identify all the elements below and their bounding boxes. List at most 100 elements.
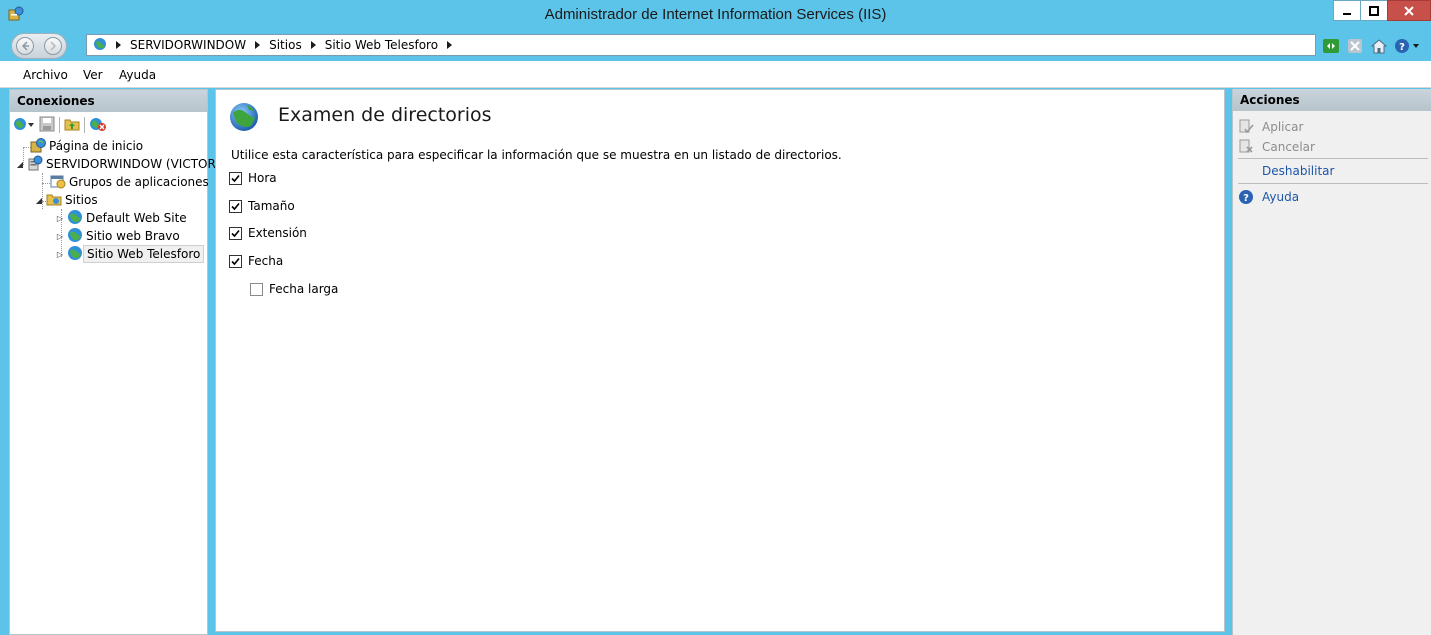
breadcrumb-site[interactable]: Sitio Web Telesforo: [325, 38, 438, 52]
address-breadcrumb[interactable]: SERVIDORWINDOW Sitios Sitio Web Telesfor…: [86, 34, 1316, 56]
title-bar: Administrador de Internet Information Se…: [0, 0, 1431, 31]
checkbox-label: Hora: [248, 171, 277, 185]
checkbox-fecha-larga[interactable]: [250, 282, 263, 296]
breadcrumb-arrow-icon[interactable]: [116, 41, 121, 49]
page-title: Examen de directorios: [278, 104, 492, 126]
home-page-icon: [30, 137, 46, 156]
save-icon[interactable]: [39, 116, 55, 135]
cancel-icon: [1238, 139, 1254, 155]
option-fecha-larga[interactable]: Fecha larga: [250, 282, 338, 296]
check-icon: [231, 257, 240, 265]
minimize-button[interactable]: [1333, 0, 1361, 21]
check-icon: [231, 202, 240, 210]
expand-arrow-icon[interactable]: ▷: [56, 214, 64, 223]
app-pools-icon: [50, 173, 66, 192]
expand-arrow-icon[interactable]: ▷: [56, 232, 64, 241]
tree-label-site: Default Web Site: [86, 211, 187, 225]
connect-icon[interactable]: [13, 116, 35, 135]
svg-text:?: ?: [1243, 193, 1249, 204]
breadcrumb-sites[interactable]: Sitios: [269, 38, 302, 52]
actions-header: Acciones: [1233, 89, 1431, 111]
menu-ayuda[interactable]: Ayuda: [119, 68, 156, 82]
home-icon[interactable]: [1370, 37, 1388, 55]
tree-label-home: Página de inicio: [49, 139, 144, 153]
tree-item-site[interactable]: ▷ Sitio web Bravo: [56, 227, 183, 245]
up-folder-icon[interactable]: [64, 116, 80, 135]
tree-item-server[interactable]: ◢ SERVIDORWINDOW (VICTORW: [16, 155, 230, 173]
breadcrumb-arrow-icon[interactable]: [255, 41, 261, 49]
close-button[interactable]: [1387, 0, 1431, 21]
maximize-button[interactable]: [1360, 0, 1388, 21]
tree-label-server: SERVIDORWINDOW (VICTORW: [46, 157, 228, 171]
connections-panel: Conexiones Página de inicio ◢ SERVIDORWI…: [9, 89, 227, 635]
option-extension[interactable]: Extensión: [229, 226, 307, 240]
directory-browsing-globe-icon: [228, 101, 260, 133]
checkbox-label: Fecha: [248, 254, 284, 268]
option-fecha[interactable]: Fecha: [229, 254, 283, 268]
forward-arrow-icon: [50, 41, 57, 51]
disconnect-icon[interactable]: [89, 116, 107, 135]
tree-item-home[interactable]: Página de inicio: [30, 137, 146, 155]
menu-ver[interactable]: Ver: [83, 68, 103, 82]
apply-icon: [1238, 119, 1254, 135]
apply-action[interactable]: Aplicar: [1238, 119, 1303, 135]
actions-panel: Acciones Aplicar Cancelar Deshabilitar ?…: [1232, 89, 1431, 635]
tree-item-site-selected[interactable]: ▷ Sitio Web Telesforo: [56, 245, 205, 264]
collapse-arrow-icon[interactable]: ◢: [16, 160, 24, 169]
checkbox-fecha[interactable]: [229, 254, 242, 268]
menu-bar: Archivo Ver Ayuda: [0, 61, 1431, 88]
navigation-buttons: [11, 33, 67, 59]
disable-label: Deshabilitar: [1262, 164, 1335, 178]
tree-item-site[interactable]: ▷ Default Web Site: [56, 209, 190, 227]
globe-icon: [67, 209, 83, 228]
tree-item-sites[interactable]: ◢ Sitios: [35, 191, 101, 209]
option-hora[interactable]: Hora: [229, 171, 277, 185]
globe-icon: [67, 227, 83, 246]
sites-folder-icon: [46, 191, 62, 210]
checkbox-extension[interactable]: [229, 226, 242, 240]
feature-panel: Examen de directorios Utilice esta carac…: [215, 89, 1225, 632]
connections-header: Conexiones: [10, 90, 207, 112]
tree-item-app-pools[interactable]: Grupos de aplicaciones: [50, 173, 212, 191]
toolbar-separator: [84, 117, 85, 133]
toolbar-separator: [59, 117, 60, 133]
globe-icon: [67, 245, 83, 264]
actions-separator: [1238, 158, 1428, 159]
checkbox-tamano[interactable]: [229, 199, 242, 213]
tree-label-sites: Sitios: [65, 193, 98, 207]
back-button[interactable]: [16, 37, 34, 55]
tree-label-app-pools: Grupos de aplicaciones: [69, 175, 209, 189]
disable-action[interactable]: Deshabilitar: [1262, 164, 1334, 178]
window-title: Administrador de Internet Information Se…: [544, 6, 887, 23]
option-tamano[interactable]: Tamaño: [229, 199, 295, 213]
expand-arrow-icon[interactable]: ▷: [56, 250, 64, 259]
forward-button[interactable]: [44, 37, 62, 55]
svg-text:?: ?: [1399, 42, 1405, 53]
server-icon: [27, 155, 43, 174]
stop-icon[interactable]: [1346, 37, 1364, 55]
help-action[interactable]: ? Ayuda: [1238, 189, 1299, 205]
breadcrumb-arrow-icon[interactable]: [310, 41, 316, 49]
address-tools: ?: [1322, 35, 1420, 57]
tree-label-site: Sitio Web Telesforo: [83, 245, 205, 263]
address-bar: SERVIDORWINDOW Sitios Sitio Web Telesfor…: [0, 31, 1431, 61]
cancel-action[interactable]: Cancelar: [1238, 139, 1315, 155]
check-icon: [231, 174, 240, 182]
collapse-arrow-icon[interactable]: ◢: [35, 196, 43, 205]
checkbox-label: Extensión: [248, 226, 307, 240]
checkbox-label: Tamaño: [248, 199, 295, 213]
checkbox-label: Fecha larga: [269, 282, 339, 296]
tree-label-site: Sitio web Bravo: [86, 229, 180, 243]
connections-toolbar: [11, 114, 107, 136]
actions-separator: [1238, 183, 1428, 184]
apply-label: Aplicar: [1262, 120, 1304, 134]
cancel-label: Cancelar: [1262, 140, 1315, 154]
refresh-icon[interactable]: [1322, 37, 1340, 55]
help-dropdown-icon[interactable]: ?: [1394, 37, 1420, 55]
checkbox-hora[interactable]: [229, 171, 242, 185]
breadcrumb-arrow-icon[interactable]: [447, 41, 453, 49]
menu-archivo[interactable]: Archivo: [23, 68, 68, 82]
help-label: Ayuda: [1262, 190, 1300, 204]
check-icon: [231, 229, 240, 237]
breadcrumb-server[interactable]: SERVIDORWINDOW: [130, 38, 246, 52]
